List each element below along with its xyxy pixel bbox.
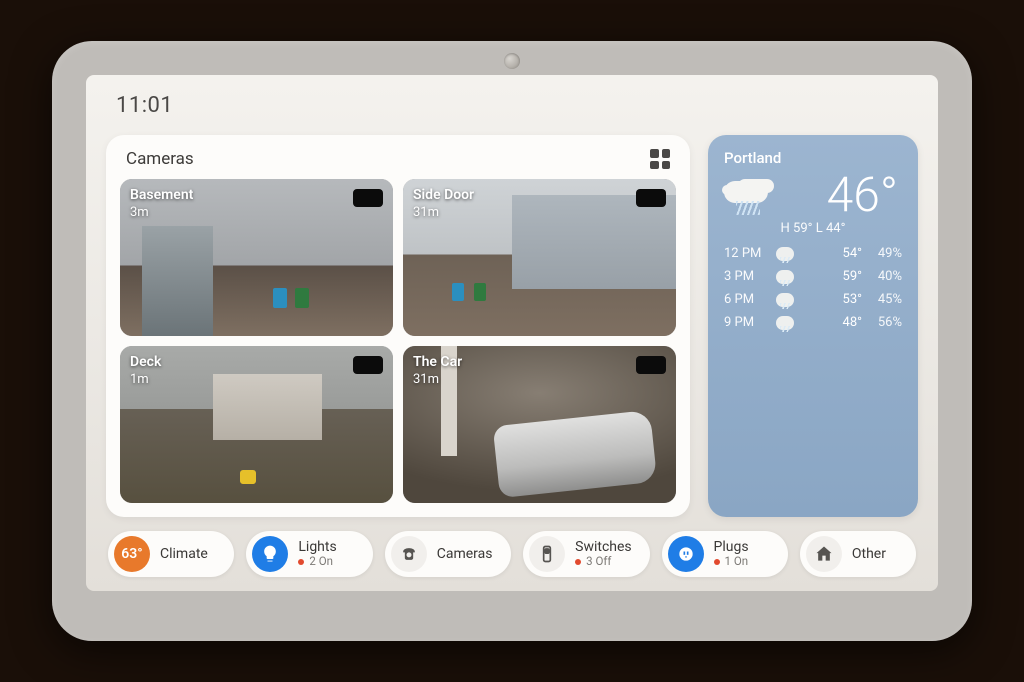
pill-label: Other	[852, 546, 886, 562]
weather-card[interactable]: Portland 46° H 59° L 44° 12 PM 54° 49%	[708, 135, 918, 517]
device-camera-dot	[504, 53, 520, 69]
forecast-temp: 48°	[804, 315, 862, 330]
pill-label: Lights	[298, 539, 336, 555]
cameras-header: Cameras	[120, 149, 676, 179]
privacy-mask-icon	[636, 356, 666, 374]
rain-icon	[776, 316, 794, 330]
rain-cloud-icon	[724, 175, 776, 215]
forecast-humidity: 49%	[868, 246, 902, 261]
pill-cameras[interactable]: Cameras	[385, 531, 511, 577]
pill-other[interactable]: Other	[800, 531, 916, 577]
weather-high-low: H 59° L 44°	[724, 221, 902, 236]
status-dot-icon	[298, 559, 304, 565]
pill-switches[interactable]: Switches 3 Off	[523, 531, 649, 577]
camera-age: 3m	[130, 205, 193, 221]
pill-label: Plugs	[714, 539, 749, 555]
camera-name: The Car	[413, 354, 462, 370]
camera-tile-the-car[interactable]: The Car 31m	[403, 346, 676, 503]
camera-label: Deck 1m	[130, 354, 161, 388]
camera-tile-side-door[interactable]: Side Door 31m	[403, 179, 676, 336]
pill-lights[interactable]: Lights 2 On	[246, 531, 372, 577]
pill-status: 2 On	[298, 555, 336, 568]
plug-icon	[668, 536, 704, 572]
pill-label: Cameras	[437, 546, 493, 562]
camera-name: Side Door	[413, 187, 474, 203]
home-screen: 11:01 Cameras Basement	[86, 75, 938, 591]
forecast-humidity: 56%	[868, 315, 902, 330]
hourly-forecast: 12 PM 54° 49% 3 PM 59° 40% 6 PM 5	[724, 246, 902, 330]
rain-icon	[776, 293, 794, 307]
forecast-time: 3 PM	[724, 269, 770, 284]
status-dot-icon	[714, 559, 720, 565]
forecast-humidity: 45%	[868, 292, 902, 307]
thermostat-icon: 63°	[114, 536, 150, 572]
weather-main: 46°	[724, 171, 902, 219]
category-pill-row[interactable]: 63° Climate Lights 2 On	[106, 531, 918, 577]
cameras-card[interactable]: Cameras Basement 3m	[106, 135, 690, 517]
camera-grid: Basement 3m Side Door 31m	[120, 179, 676, 503]
forecast-time: 9 PM	[724, 315, 770, 330]
camera-label: The Car 31m	[413, 354, 462, 388]
rain-icon	[776, 270, 794, 284]
forecast-time: 12 PM	[724, 246, 770, 261]
pill-plugs[interactable]: Plugs 1 On	[662, 531, 788, 577]
home-icon	[806, 536, 842, 572]
camera-name: Basement	[130, 187, 193, 203]
weather-city: Portland	[724, 149, 902, 167]
camera-age: 31m	[413, 205, 474, 221]
weather-temperature: 46°	[827, 171, 898, 219]
pill-label: Switches	[575, 539, 631, 555]
device-frame: 11:01 Cameras Basement	[52, 41, 972, 641]
camera-label: Side Door 31m	[413, 187, 474, 221]
forecast-row: 12 PM 54° 49%	[724, 246, 902, 261]
status-dot-icon	[575, 559, 581, 565]
clock: 11:01	[116, 93, 173, 118]
cameras-title: Cameras	[126, 149, 194, 169]
forecast-time: 6 PM	[724, 292, 770, 307]
climate-temp-badge: 63°	[121, 546, 142, 562]
forecast-humidity: 40%	[868, 269, 902, 284]
pill-status: 1 On	[714, 555, 749, 568]
camera-age: 1m	[130, 372, 161, 388]
camera-tile-deck[interactable]: Deck 1m	[120, 346, 393, 503]
forecast-row: 6 PM 53° 45%	[724, 292, 902, 307]
pill-climate[interactable]: 63° Climate	[108, 531, 234, 577]
camera-icon	[391, 536, 427, 572]
camera-label: Basement 3m	[130, 187, 193, 221]
privacy-mask-icon	[353, 189, 383, 207]
forecast-temp: 53°	[804, 292, 862, 307]
privacy-mask-icon	[636, 189, 666, 207]
lightbulb-icon	[252, 536, 288, 572]
privacy-mask-icon	[353, 356, 383, 374]
rain-icon	[776, 247, 794, 261]
forecast-row: 9 PM 48° 56%	[724, 315, 902, 330]
camera-tile-basement[interactable]: Basement 3m	[120, 179, 393, 336]
camera-name: Deck	[130, 354, 161, 370]
pill-label: Climate	[160, 546, 208, 562]
switch-icon	[529, 536, 565, 572]
pill-status: 3 Off	[575, 555, 631, 568]
forecast-temp: 59°	[804, 269, 862, 284]
grid-view-icon[interactable]	[650, 149, 670, 169]
forecast-row: 3 PM 59° 40%	[724, 269, 902, 284]
camera-age: 31m	[413, 372, 462, 388]
forecast-temp: 54°	[804, 246, 862, 261]
content-row: Cameras Basement 3m	[106, 135, 918, 517]
